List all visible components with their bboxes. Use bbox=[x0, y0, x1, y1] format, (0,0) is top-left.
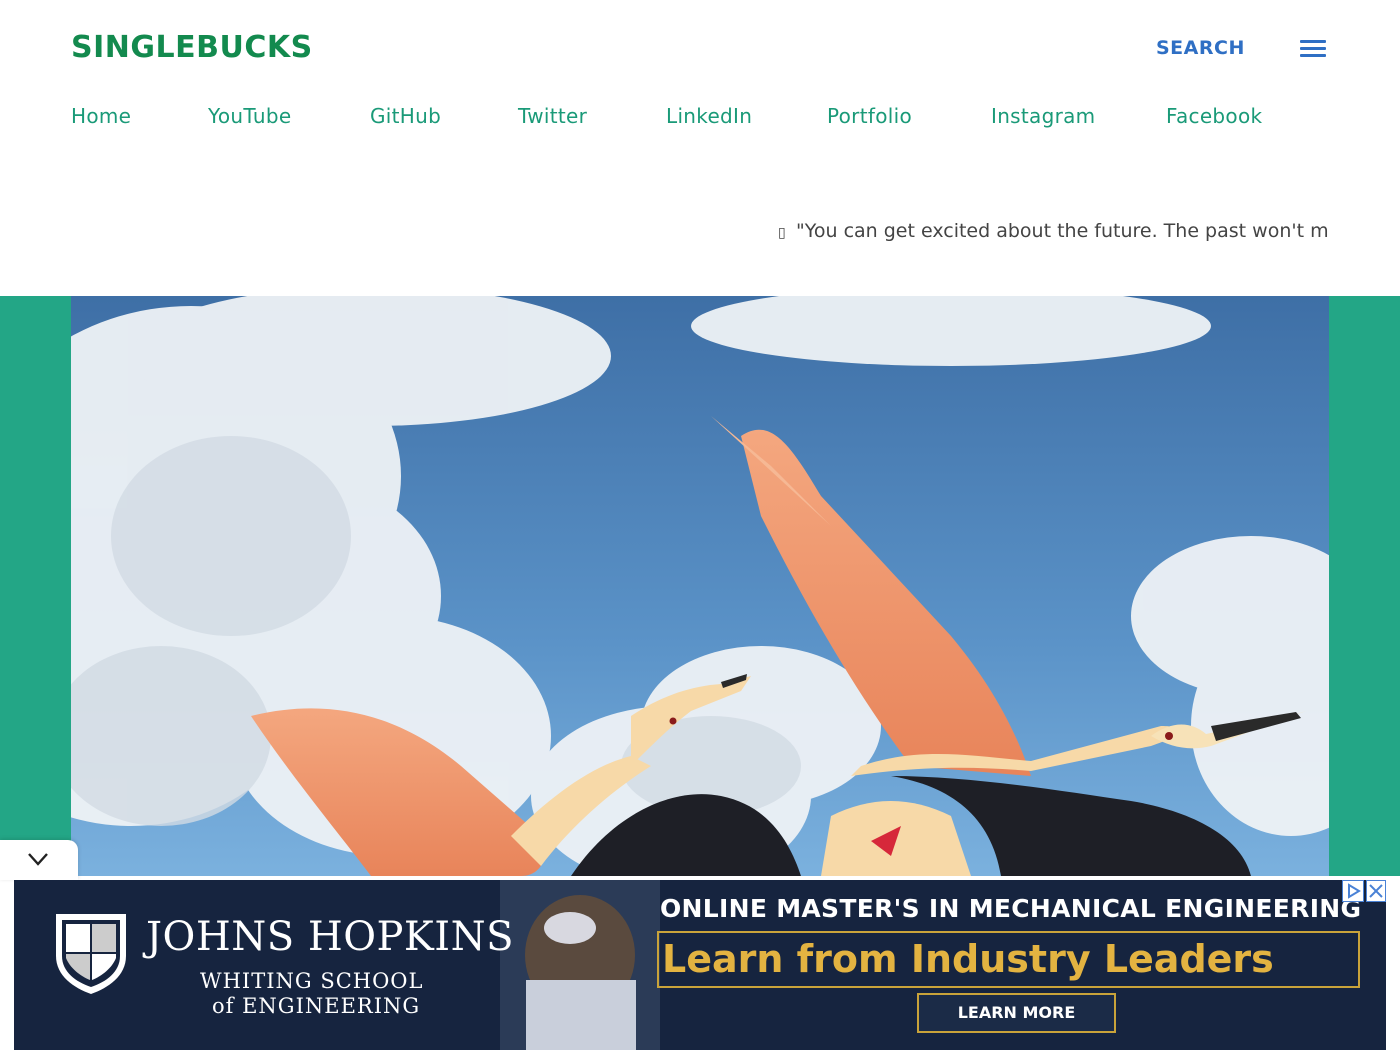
ad-school-line1: WHITING SCHOOL bbox=[200, 969, 424, 993]
main-nav: Home YouTube GitHub Twitter LinkedIn Por… bbox=[71, 104, 1331, 132]
nav-item-home[interactable]: Home bbox=[71, 104, 131, 128]
ad-tagline: Learn from Industry Leaders bbox=[662, 937, 1274, 981]
hamburger-menu-icon[interactable] bbox=[1300, 40, 1326, 58]
ad-org-name: JOHNS HOPKINS bbox=[146, 914, 515, 960]
nav-item-linkedin[interactable]: LinkedIn bbox=[666, 104, 752, 128]
search-button[interactable]: SEARCH bbox=[1156, 37, 1245, 59]
learn-more-button[interactable]: LEARN MORE bbox=[917, 993, 1116, 1033]
shield-icon bbox=[56, 914, 126, 994]
ad-choices-icon[interactable] bbox=[1342, 880, 1364, 902]
nav-item-portfolio[interactable]: Portfolio bbox=[827, 104, 912, 128]
close-icon[interactable] bbox=[1366, 880, 1386, 902]
nav-item-twitter[interactable]: Twitter bbox=[518, 104, 587, 128]
quote-icon: ▯ bbox=[778, 225, 786, 241]
site-logo[interactable]: SINGLEBUCKS bbox=[71, 30, 313, 65]
nav-item-github[interactable]: GitHub bbox=[370, 104, 441, 128]
collapse-ad-tab[interactable] bbox=[0, 840, 78, 880]
nav-item-facebook[interactable]: Facebook bbox=[1166, 104, 1262, 128]
ad-school-line2: of ENGINEERING bbox=[212, 994, 421, 1018]
quote-ticker: ▯ "You can get excited about the future.… bbox=[778, 220, 1329, 250]
chevron-down-icon bbox=[28, 853, 48, 866]
ad-headline: ONLINE MASTER'S IN MECHANICAL ENGINEERIN… bbox=[660, 894, 1362, 923]
nav-item-youtube[interactable]: YouTube bbox=[208, 104, 291, 128]
advertisement-banner[interactable]: JOHNS HOPKINS WHITING SCHOOL of ENGINEER… bbox=[14, 880, 1386, 1050]
site-header: SINGLEBUCKS SEARCH Home YouTube GitHub T… bbox=[0, 0, 1400, 296]
hero-image bbox=[71, 296, 1329, 876]
nav-item-instagram[interactable]: Instagram bbox=[991, 104, 1095, 128]
ticker-text: "You can get excited about the future. T… bbox=[796, 220, 1329, 242]
